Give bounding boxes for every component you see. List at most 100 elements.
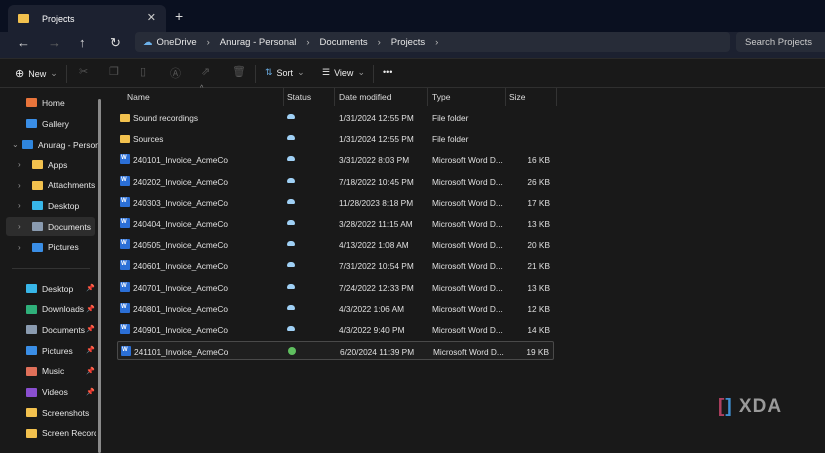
sidebar-item-anurag-person[interactable]: ⌄ Anurag - Person [12, 135, 108, 154]
file-row[interactable]: 240505_Invoice_AcmeCo 4/13/2022 1:08 AM … [117, 235, 554, 254]
column-resize[interactable] [505, 88, 506, 106]
onedrive-cloud-icon [22, 140, 33, 149]
breadcrumb-documents[interactable]: Documents [320, 37, 368, 48]
breadcrumb-anurag-personal[interactable]: Anurag - Personal [220, 37, 297, 48]
file-row[interactable]: 241101_Invoice_AcmeCo 6/20/2024 11:39 PM… [117, 341, 554, 361]
more-options-icon[interactable]: ••• [383, 67, 392, 77]
chevron-right-icon[interactable]: › [18, 201, 28, 210]
file-row[interactable]: Sources 1/31/2024 12:55 PM File folder [117, 129, 554, 148]
breadcrumb-onedrive[interactable]: OneDrive [157, 37, 197, 48]
column-name[interactable]: Name [127, 92, 150, 102]
file-name: 240505_Invoice_AcmeCo [133, 240, 229, 251]
sidebar-scrollbar[interactable] [98, 99, 101, 453]
file-type: Microsoft Word D... [432, 261, 503, 272]
close-tab-icon[interactable]: ✕ [147, 11, 156, 24]
back-arrow-icon[interactable]: ← [17, 35, 30, 50]
pin-icon[interactable]: 📌 [86, 284, 95, 292]
column-resize[interactable] [283, 88, 284, 106]
cloud-icon [287, 114, 295, 119]
sort-button[interactable]: ⇅ Sort ⌄ [265, 67, 305, 78]
file-type: File folder [432, 134, 469, 145]
column-type[interactable]: Type [432, 92, 450, 102]
word-document-icon [120, 324, 130, 334]
refresh-icon[interactable]: ↻ [110, 35, 121, 51]
chevron-right-icon[interactable]: › [435, 37, 438, 48]
rename-icon[interactable]: Ⓐ [170, 65, 181, 81]
column-date-modified[interactable]: Date modified [339, 92, 391, 102]
downloads-icon [26, 304, 37, 314]
pin-icon[interactable]: 📌 [86, 388, 95, 396]
file-size: 20 KB [527, 240, 550, 251]
file-type: Microsoft Word D... [432, 303, 503, 314]
file-row[interactable]: 240901_Invoice_AcmeCo 4/3/2022 9:40 PM M… [117, 320, 554, 339]
pictures-folder-icon [32, 242, 43, 252]
sidebar-item-label: Desktop [42, 283, 74, 294]
file-date-modified: 6/20/2024 11:39 PM [340, 347, 415, 358]
up-arrow-icon[interactable]: ↑ [79, 35, 86, 50]
file-row[interactable]: 240101_Invoice_AcmeCo 3/31/2022 8:03 PM … [117, 150, 554, 169]
pin-icon[interactable]: 📌 [86, 367, 95, 375]
chevron-right-icon[interactable]: › [18, 160, 28, 169]
pin-icon[interactable]: 📌 [86, 325, 95, 333]
chevron-right-icon[interactable]: › [18, 181, 28, 190]
sidebar-item-documents[interactable]: › Documents [6, 217, 95, 237]
column-resize[interactable] [427, 88, 428, 106]
sidebar-item-gallery[interactable]: Gallery [26, 114, 122, 133]
chevron-right-icon[interactable]: › [18, 222, 28, 231]
cloud-icon [287, 220, 295, 225]
tab-projects[interactable]: Projects ✕ [8, 5, 166, 32]
sidebar-item-label: Screen Recordin [42, 428, 96, 439]
search-input[interactable]: Search Projects [736, 32, 825, 52]
file-type: File folder [432, 113, 469, 123]
file-name: Sound recordings [133, 113, 199, 123]
cut-icon[interactable]: ✂ [79, 65, 88, 78]
pin-icon[interactable]: 📌 [86, 305, 95, 313]
sidebar-item-label: Screenshots [42, 407, 90, 418]
sidebar-item-label: Pictures [48, 242, 79, 253]
sidebar-item-label: Music [42, 366, 65, 377]
quick-access-screen-recordin[interactable]: Screen Recordin [26, 424, 96, 443]
file-row[interactable]: 240202_Invoice_AcmeCo 7/18/2022 10:45 PM… [117, 172, 554, 191]
chevron-right-icon[interactable]: › [18, 243, 28, 252]
file-date-modified: 4/3/2022 9:40 PM [339, 325, 405, 335]
delete-icon[interactable]: 🗑 [232, 65, 246, 78]
sidebar-item-label: Home [42, 97, 65, 108]
paste-icon[interactable]: ▯ [140, 65, 146, 78]
home-icon [26, 98, 37, 107]
column-resize[interactable] [334, 88, 335, 106]
file-type: Microsoft Word D... [432, 325, 503, 335]
column-size[interactable]: Size [509, 92, 526, 102]
address-bar[interactable]: ☁ OneDrive › Anurag - Personal › Documents… [135, 32, 730, 52]
view-button[interactable]: ☰ View ⌄ [322, 67, 365, 78]
gallery-icon [26, 119, 37, 128]
copy-icon[interactable]: ❐ [109, 65, 119, 78]
file-row[interactable]: 240601_Invoice_AcmeCo 7/31/2022 10:54 PM… [117, 256, 554, 275]
new-tab-button[interactable]: + [175, 8, 183, 24]
forward-arrow-icon[interactable]: → [48, 35, 61, 50]
column-status[interactable]: Status [287, 92, 311, 102]
word-document-icon [120, 175, 130, 186]
file-type: Microsoft Word D... [432, 240, 503, 251]
sidebar-item-home[interactable]: Home [26, 93, 122, 112]
new-button[interactable]: ⊕ New ⌄ [15, 67, 58, 80]
navigation-pane: Home Gallery ⌄ Anurag - Person › Apps › Attachm… [0, 88, 100, 453]
breadcrumb-projects[interactable]: Projects [391, 37, 425, 48]
sidebar-divider [12, 268, 90, 269]
xda-watermark-logo: [] XDA [718, 396, 783, 417]
file-row[interactable]: 240801_Invoice_AcmeCo 4/3/2022 1:06 AM M… [117, 299, 554, 318]
screen-recordin-icon [26, 428, 37, 438]
file-name: 240303_Invoice_AcmeCo [133, 197, 229, 208]
file-row[interactable]: 240404_Invoice_AcmeCo 3/28/2022 11:15 AM… [117, 214, 554, 233]
quick-access-screenshots[interactable]: Screenshots [26, 403, 96, 422]
file-row[interactable]: 240701_Invoice_AcmeCo 7/24/2022 12:33 PM… [117, 278, 554, 297]
column-resize[interactable] [556, 88, 557, 106]
file-type: Microsoft Word D... [432, 176, 503, 187]
pin-icon[interactable]: 📌 [86, 346, 95, 354]
new-label: New [28, 68, 47, 79]
sort-icon: ⇅ [265, 67, 273, 77]
file-date-modified: 7/18/2022 10:45 PM [339, 176, 414, 187]
file-row[interactable]: Sound recordings 1/31/2024 12:55 PM File… [117, 108, 554, 127]
share-icon[interactable]: ⇗ [201, 65, 210, 78]
file-row[interactable]: 240303_Invoice_AcmeCo 11/28/2023 8:18 PM… [117, 193, 554, 212]
chevron-right-icon: › [306, 36, 310, 48]
